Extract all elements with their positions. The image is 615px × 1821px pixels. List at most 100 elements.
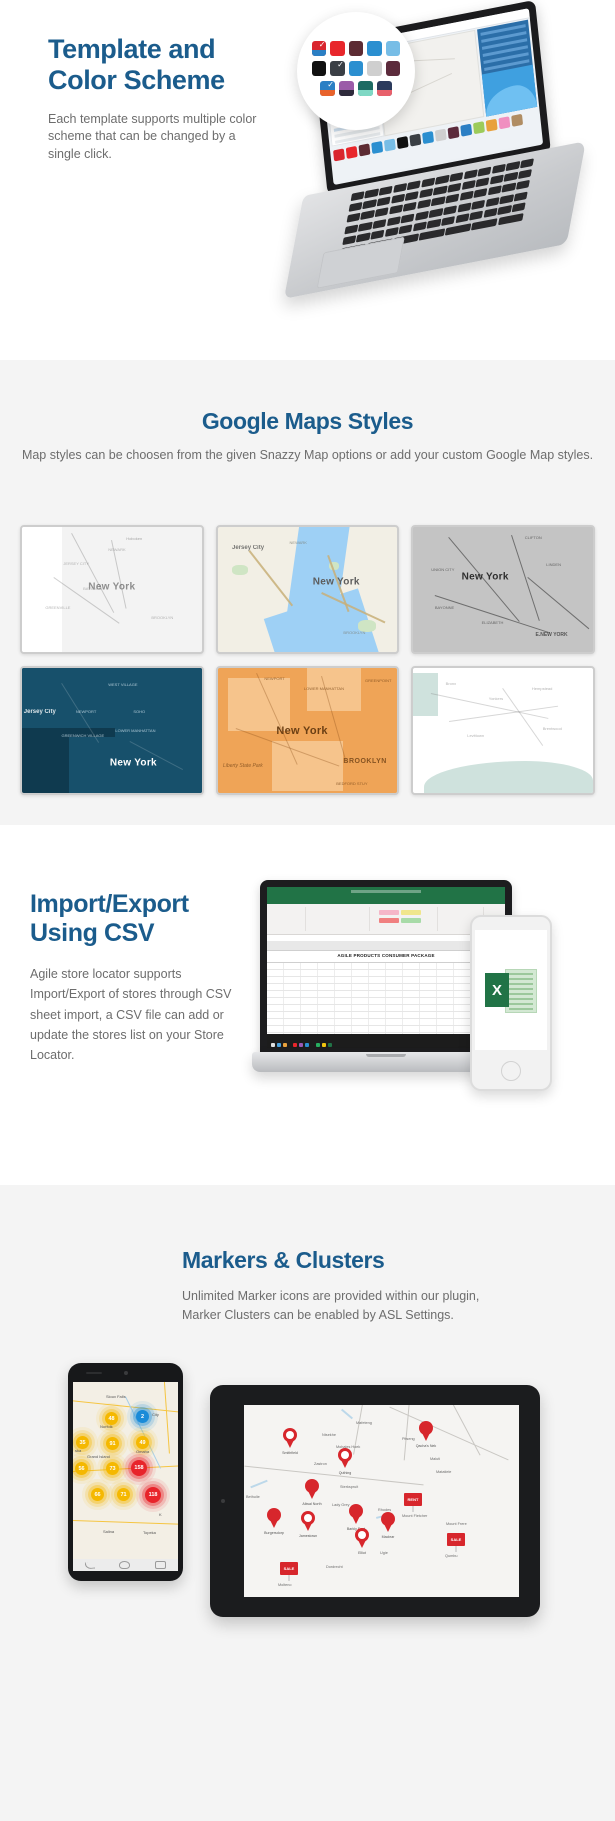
csv-description: Agile store locator supports Import/Expo… — [30, 967, 232, 1062]
map-sign-marker[interactable]: SALE — [447, 1533, 465, 1546]
table-cell — [454, 991, 471, 997]
table-cell — [420, 1026, 437, 1032]
table-cell — [335, 1026, 352, 1032]
color-swatch-blue-orange[interactable]: ✓ — [320, 81, 335, 96]
map-cluster-marker[interactable]: 49 — [136, 1436, 149, 1449]
markers-heading: Markers & Clusters — [182, 1247, 385, 1273]
map-mini-label: ELIZABETH — [481, 619, 504, 625]
laptop-palette-swatch-7[interactable] — [422, 131, 435, 145]
map-mini-label: NEWPORT — [264, 675, 285, 681]
home-icon[interactable] — [119, 1561, 131, 1569]
excel-logo-icon: X — [485, 967, 537, 1013]
table-cell — [454, 1005, 471, 1011]
map-mini-label: GREENWICH VILLAGE — [61, 733, 105, 738]
color-swatch-azure[interactable] — [348, 61, 364, 76]
table-cell — [403, 984, 420, 990]
table-cell — [386, 970, 403, 976]
map-cluster-marker[interactable]: 71 — [117, 1488, 130, 1501]
table-cell — [352, 998, 369, 1004]
table-cell — [267, 1012, 284, 1018]
map-cluster-marker[interactable]: 2 — [136, 1410, 149, 1423]
map-style-card-greyscale[interactable]: New York CLIFTON UNION CITY BAYONNE LIND… — [411, 525, 595, 654]
table-cell — [352, 970, 369, 976]
laptop-palette-swatch-6[interactable] — [409, 133, 422, 147]
color-swatch-red[interactable] — [330, 41, 345, 56]
map-cluster-marker[interactable]: 91 — [106, 1437, 119, 1450]
map-cluster-marker[interactable]: 66 — [91, 1488, 104, 1501]
swatch-row: ✓ — [310, 61, 402, 76]
check-icon: ✓ — [327, 81, 334, 89]
table-cell — [403, 1026, 420, 1032]
table-cell — [369, 998, 386, 1004]
color-swatch-silver[interactable] — [367, 61, 382, 76]
android-nav-bar[interactable] — [73, 1559, 178, 1571]
laptop-palette-swatch-5[interactable] — [396, 135, 409, 150]
laptop-palette-swatch-14[interactable] — [511, 113, 524, 127]
map-cluster-marker[interactable]: 56 — [75, 1462, 88, 1475]
color-swatch-purple-dark[interactable] — [339, 81, 354, 96]
color-swatch-dark-grey-blue[interactable]: ✓ — [330, 61, 345, 76]
laptop-palette-swatch-11[interactable] — [472, 121, 485, 135]
laptop-palette-swatch-0[interactable] — [333, 148, 345, 162]
recents-icon[interactable] — [154, 1561, 166, 1569]
color-swatch-blue[interactable] — [367, 41, 382, 56]
markers-text-block: Markers & Clusters Unlimited Marker icon… — [182, 1247, 512, 1325]
map-place-label: Mafeteng — [356, 1421, 372, 1425]
laptop-palette-swatch-2[interactable] — [358, 143, 371, 157]
laptop-palette-swatch-4[interactable] — [383, 138, 396, 152]
csv-devices-illustration: AGILE PRODUCTS CONSUMER PACKAGE X — [252, 880, 607, 1170]
laptop-palette-swatch-9[interactable] — [447, 126, 460, 140]
csv-text-block: Import/Export Using CSV Agile store loca… — [30, 890, 245, 1065]
table-cell — [301, 963, 318, 969]
color-swatch-plum[interactable] — [385, 61, 401, 76]
color-swatch-light-blue[interactable] — [385, 41, 401, 56]
table-cell — [335, 1019, 352, 1025]
laptop-palette-swatch-13[interactable] — [498, 116, 511, 130]
map-place-label: Lady Grey — [332, 1503, 350, 1507]
laptop-palette-swatch-10[interactable] — [460, 123, 473, 137]
map-mini-label: UNION CITY — [431, 567, 455, 572]
csv-heading-line2: Using CSV — [30, 919, 155, 947]
color-swatch-red-blue-split[interactable]: ✓ — [311, 41, 327, 56]
pin-icon — [355, 1528, 369, 1542]
table-cell — [335, 998, 352, 1004]
table-cell — [284, 977, 301, 983]
table-cell — [301, 1026, 318, 1032]
color-swatch-black[interactable] — [311, 61, 327, 76]
table-cell — [267, 984, 284, 990]
map-sign-marker[interactable]: RENT — [404, 1493, 422, 1506]
table-cell — [284, 970, 301, 976]
map-style-card-paper[interactable]: Bronx Yonkers Hempstead Levittown Brentw… — [411, 666, 595, 795]
map-cluster-marker[interactable]: 73 — [106, 1462, 119, 1475]
swatch-secondary-color — [339, 89, 354, 96]
table-cell — [454, 1019, 471, 1025]
map-style-card-standard[interactable]: New York Jersey City NEWARK BROOKLYN — [215, 525, 400, 654]
table-cell — [301, 998, 318, 1004]
color-swatch-grid[interactable]: ✓ ✓ ✓ — [310, 41, 402, 101]
table-cell — [386, 1012, 403, 1018]
table-cell — [454, 977, 471, 983]
table-cell — [352, 984, 369, 990]
map-place-label: Sterkspruit — [340, 1485, 359, 1489]
table-cell — [267, 963, 284, 969]
laptop-palette-swatch-3[interactable] — [371, 140, 384, 155]
table-cell — [318, 1026, 335, 1032]
map-style-card-light-greyscale[interactable]: New York Hoboken JERSEY CITY BROOKLYN NE… — [20, 525, 204, 654]
map-style-card-midnight[interactable]: New York Jersey City WEST VILLAGE NEWPOR… — [20, 666, 204, 795]
map-sign-marker[interactable]: SALE — [280, 1562, 298, 1575]
laptop-palette-swatch-8[interactable] — [434, 128, 447, 142]
table-cell — [301, 1012, 318, 1018]
table-cell — [437, 1026, 454, 1032]
laptop-palette-swatch-1[interactable] — [345, 145, 358, 159]
map-style-card-orange[interactable]: New York NEWPORT LOWER MANHATTAN BROOKLY… — [215, 666, 400, 795]
table-cell — [284, 1005, 301, 1011]
map-cluster-marker[interactable]: 158 — [131, 1460, 147, 1476]
color-swatch-teal-mint[interactable] — [358, 81, 373, 96]
color-swatch-maroon[interactable] — [348, 41, 364, 56]
laptop-palette-swatch-12[interactable] — [485, 118, 498, 132]
map-place-label: Molteno — [278, 1583, 292, 1587]
color-swatch-navy-rose[interactable] — [377, 81, 392, 96]
map-cluster-marker[interactable]: 118 — [145, 1487, 161, 1503]
back-icon[interactable] — [84, 1561, 96, 1569]
map-place-label: ska — [75, 1448, 82, 1453]
